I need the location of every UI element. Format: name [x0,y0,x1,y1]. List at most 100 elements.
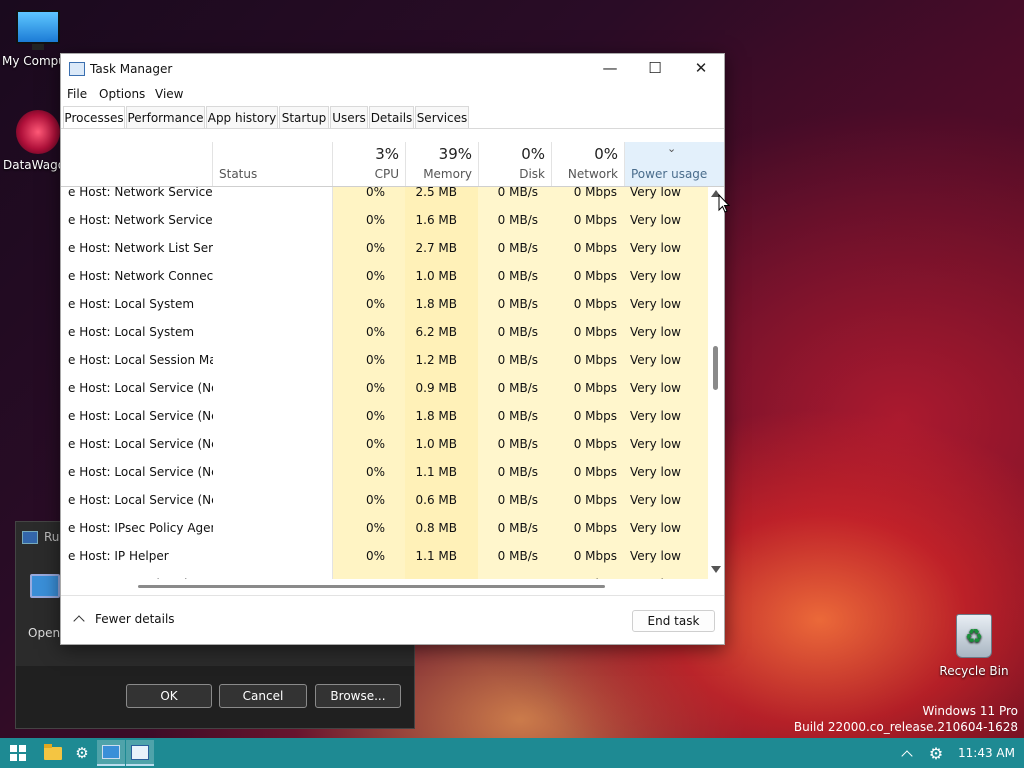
disk-value: 0 MB/s [497,325,538,339]
disk-value: 0 MB/s [497,409,538,423]
header-memory[interactable]: 39% Memory [405,142,478,186]
header-power-usage[interactable]: ⌄ Power usage [624,142,724,186]
menu-view[interactable]: View [155,87,183,101]
desktop-icon-recycle-bin[interactable]: ♻ Recycle Bin [936,614,1012,678]
horizontal-scrollbar[interactable] [61,579,708,593]
disk-percent: 0% [521,145,545,163]
network-value: 0 Mbps [573,381,617,395]
network-value: 0 Mbps [573,297,617,311]
taskbar-run[interactable] [97,740,125,766]
process-row[interactable]: e Host: Local Service (Net... 0% 1.1 MB 0 M… [61,459,708,487]
header-status[interactable]: Status [212,142,332,186]
process-name: e Host: Local Service (No ... [68,381,213,395]
end-task-button[interactable]: End task [632,610,715,632]
tab-app-history[interactable]: App history [206,106,278,128]
power-usage-value: Very low [630,297,681,311]
cpu-value: 0% [365,325,385,339]
process-row[interactable]: e Host: IKE and AuthIP IP...0%0.4 MB0 MB… [61,571,708,579]
tab-users[interactable]: Users [330,106,368,128]
chevron-up-icon [73,615,85,627]
windows-logo-icon [10,745,26,761]
taskbar-task-manager[interactable] [126,740,154,766]
run-ok-button[interactable]: OK [126,684,212,708]
process-row[interactable]: e Host: Local System 0% 1.8 MB 0 MB/s 0 Mbps… [61,291,708,319]
run-browse-button[interactable]: Browse... [315,684,401,708]
tab-details[interactable]: Details [369,106,414,128]
process-name: e Host: Network Service [68,187,213,199]
cpu-label: CPU [374,167,399,181]
footer-divider [61,595,724,596]
power-usage-value: Very low [630,187,681,199]
memory-value: 0.8 MB [415,521,457,535]
vertical-scrollbar[interactable] [709,187,723,579]
network-value: 0 Mbps [573,241,617,255]
network-value: 0 Mbps [573,353,617,367]
title-bar[interactable]: Task Manager — ☐ ✕ [61,54,724,84]
process-name: e Host: Local Service (Net... [68,493,213,507]
start-button[interactable] [4,740,32,766]
minimize-button[interactable]: — [587,54,633,84]
disk-value: 0 MB/s [497,493,538,507]
header-name[interactable] [61,142,212,186]
network-value: 0 Mbps [573,521,617,535]
column-header: Status 3% CPU 39% Memory 0% Disk 0% Netw… [61,142,724,187]
cpu-value: 0% [365,465,385,479]
task-manager-icon [131,744,149,760]
process-row[interactable]: e Host: IP Helper 0% 1.1 MB 0 MB/s 0 Mbps Ver… [61,543,708,571]
process-row[interactable]: e Host: Network Connecti... 0% 1.0 MB 0 MB/… [61,263,708,291]
disk-value: 0 MB/s [497,465,538,479]
power-usage-value: Very low [630,325,681,339]
process-row[interactable]: e Host: Local Session Man... 0% 1.2 MB 0 MB… [61,347,708,375]
process-row[interactable]: e Host: Local Service (Net... 0% 1.0 MB 0 M… [61,431,708,459]
taskbar-file-explorer[interactable] [39,740,67,766]
memory-value: 0.6 MB [415,493,457,507]
process-row[interactable]: e Host: Local Service (Net... 0% 1.8 MB 0 M… [61,403,708,431]
power-usage-value: Very low [630,465,681,479]
power-usage-value: Very low [630,269,681,283]
fewer-details-button[interactable]: Fewer details [73,612,175,627]
menu-file[interactable]: File [67,87,87,101]
process-row[interactable]: e Host: Network Service 0% 2.5 MB 0 MB/s 0 M… [61,187,708,207]
tab-startup[interactable]: Startup [279,106,329,128]
cpu-value: 0% [365,353,385,367]
vertical-scroll-thumb[interactable] [713,346,718,390]
process-row[interactable]: e Host: Local Service (No ... 0% 0.9 MB 0 M… [61,375,708,403]
power-usage-label: Power usage [631,167,708,181]
tab-strip: Processes Performance App history Startu… [61,106,724,129]
watermark-line-2: Build 22000.co_release.210604-1628 [793,720,1018,734]
process-row[interactable]: e Host: Local System 0% 6.2 MB 0 MB/s 0 Mbps… [61,319,708,347]
header-cpu[interactable]: 3% CPU [332,142,405,186]
run-cancel-button[interactable]: Cancel [219,684,307,708]
cpu-value: 0% [365,297,385,311]
header-disk[interactable]: 0% Disk [478,142,551,186]
network-value: 0 Mbps [573,269,617,283]
maximize-button[interactable]: ☐ [632,54,678,84]
disk-value: 0 MB/s [497,549,538,563]
process-row[interactable]: e Host: IPsec Policy Agent 0% 0.8 MB 0 MB/s… [61,515,708,543]
network-value: 0 Mbps [573,325,617,339]
menu-options[interactable]: Options [99,87,145,101]
scroll-down-arrow-icon[interactable] [711,566,721,573]
tab-performance[interactable]: Performance [126,106,205,128]
network-value: 0 Mbps [573,549,617,563]
run-icon [102,745,120,759]
taskbar-clock[interactable]: 11:43 AM [958,738,1015,768]
task-manager-icon [69,62,85,76]
memory-value: 1.2 MB [415,353,457,367]
process-row[interactable]: e Host: Network List Service 0% 2.7 MB 0 MB… [61,235,708,263]
power-usage-value: Very low [630,549,681,563]
tab-processes[interactable]: Processes [63,106,125,128]
horizontal-scroll-thumb[interactable] [138,585,605,588]
taskbar-app-settings[interactable]: ⚙ [68,740,96,766]
close-button[interactable]: ✕ [678,54,724,84]
process-row[interactable]: e Host: Local Service (Net... 0% 0.6 MB 0 M… [61,487,708,515]
disk-value: 0 MB/s [497,241,538,255]
tray-settings[interactable]: ⚙ [922,740,950,766]
tray-overflow-button[interactable] [893,740,921,766]
memory-value: 1.1 MB [415,465,457,479]
header-network[interactable]: 0% Network [551,142,624,186]
process-row[interactable]: e Host: Network Service 0% 1.6 MB 0 MB/s 0 M… [61,207,708,235]
tab-services[interactable]: Services [415,106,469,128]
windows-version-watermark: Windows 11 Pro Build 22000.co_release.21… [794,703,1018,735]
menu-bar: File Options View [61,84,724,104]
